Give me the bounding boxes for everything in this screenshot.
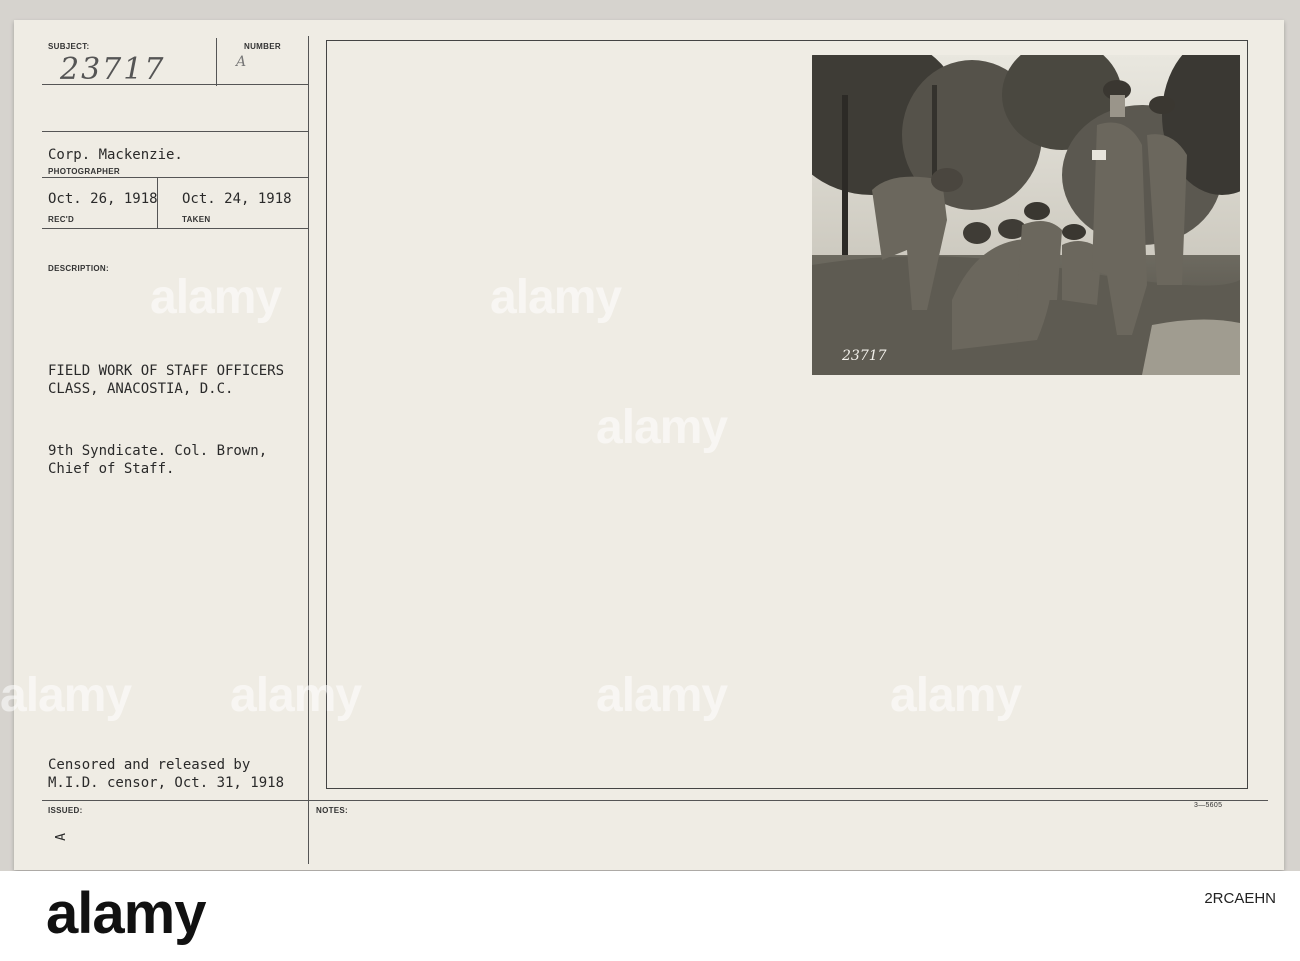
description-line-2: CLASS, ANACOSTIA, D.C. <box>48 381 234 397</box>
watermark-5: alamy <box>230 669 362 722</box>
detail-line-2: Chief of Staff. <box>48 461 175 477</box>
rule-issued <box>42 800 1268 801</box>
issued-mark: A <box>53 833 69 841</box>
photo-inscription: 23717 <box>841 348 887 364</box>
rule-photographer <box>42 177 308 178</box>
rule-top <box>42 131 308 132</box>
recd-label: REC'D <box>48 215 75 224</box>
watermark-4: alamy <box>0 669 132 722</box>
alamy-logo[interactable]: alamy <box>46 880 206 947</box>
notes-label: NOTES: <box>316 806 349 815</box>
detail-line-1: 9th Syndicate. Col. Brown, <box>48 443 268 459</box>
subject-number-divider <box>216 38 217 86</box>
subject-number: 23717 <box>60 52 166 87</box>
watermark-7: alamy <box>890 669 1022 722</box>
watermark-3: alamy <box>596 401 728 454</box>
censor-line-1: Censored and released by <box>48 757 251 773</box>
recd-date: Oct. 26, 1918 <box>48 191 158 207</box>
field-work-photo: 23717 <box>812 55 1240 375</box>
rule-dates <box>42 228 308 229</box>
image-id: 2RCAEHN <box>1204 890 1276 907</box>
subject-label: SUBJECT: <box>48 42 90 51</box>
taken-date: Oct. 24, 1918 <box>182 191 292 207</box>
watermark-2: alamy <box>490 271 622 324</box>
description-label: DESCRIPTION: <box>48 264 109 273</box>
number-label: NUMBER <box>244 42 281 51</box>
left-column-divider <box>308 36 309 864</box>
photograph: 23717 <box>812 55 1240 375</box>
taken-label: TAKEN <box>182 215 211 224</box>
description-line-1: FIELD WORK OF STAFF OFFICERS <box>48 363 285 379</box>
watermark-6: alamy <box>596 669 728 722</box>
censor-line-2: M.I.D. censor, Oct. 31, 1918 <box>48 775 285 791</box>
photographer-name: Corp. Mackenzie. <box>48 147 183 163</box>
number-value: A <box>236 54 247 70</box>
watermark-1: alamy <box>150 271 282 324</box>
form-code: 3—5605 <box>1194 802 1223 809</box>
photographer-label: PHOTOGRAPHER <box>48 167 120 176</box>
issued-label: ISSUED: <box>48 806 83 815</box>
